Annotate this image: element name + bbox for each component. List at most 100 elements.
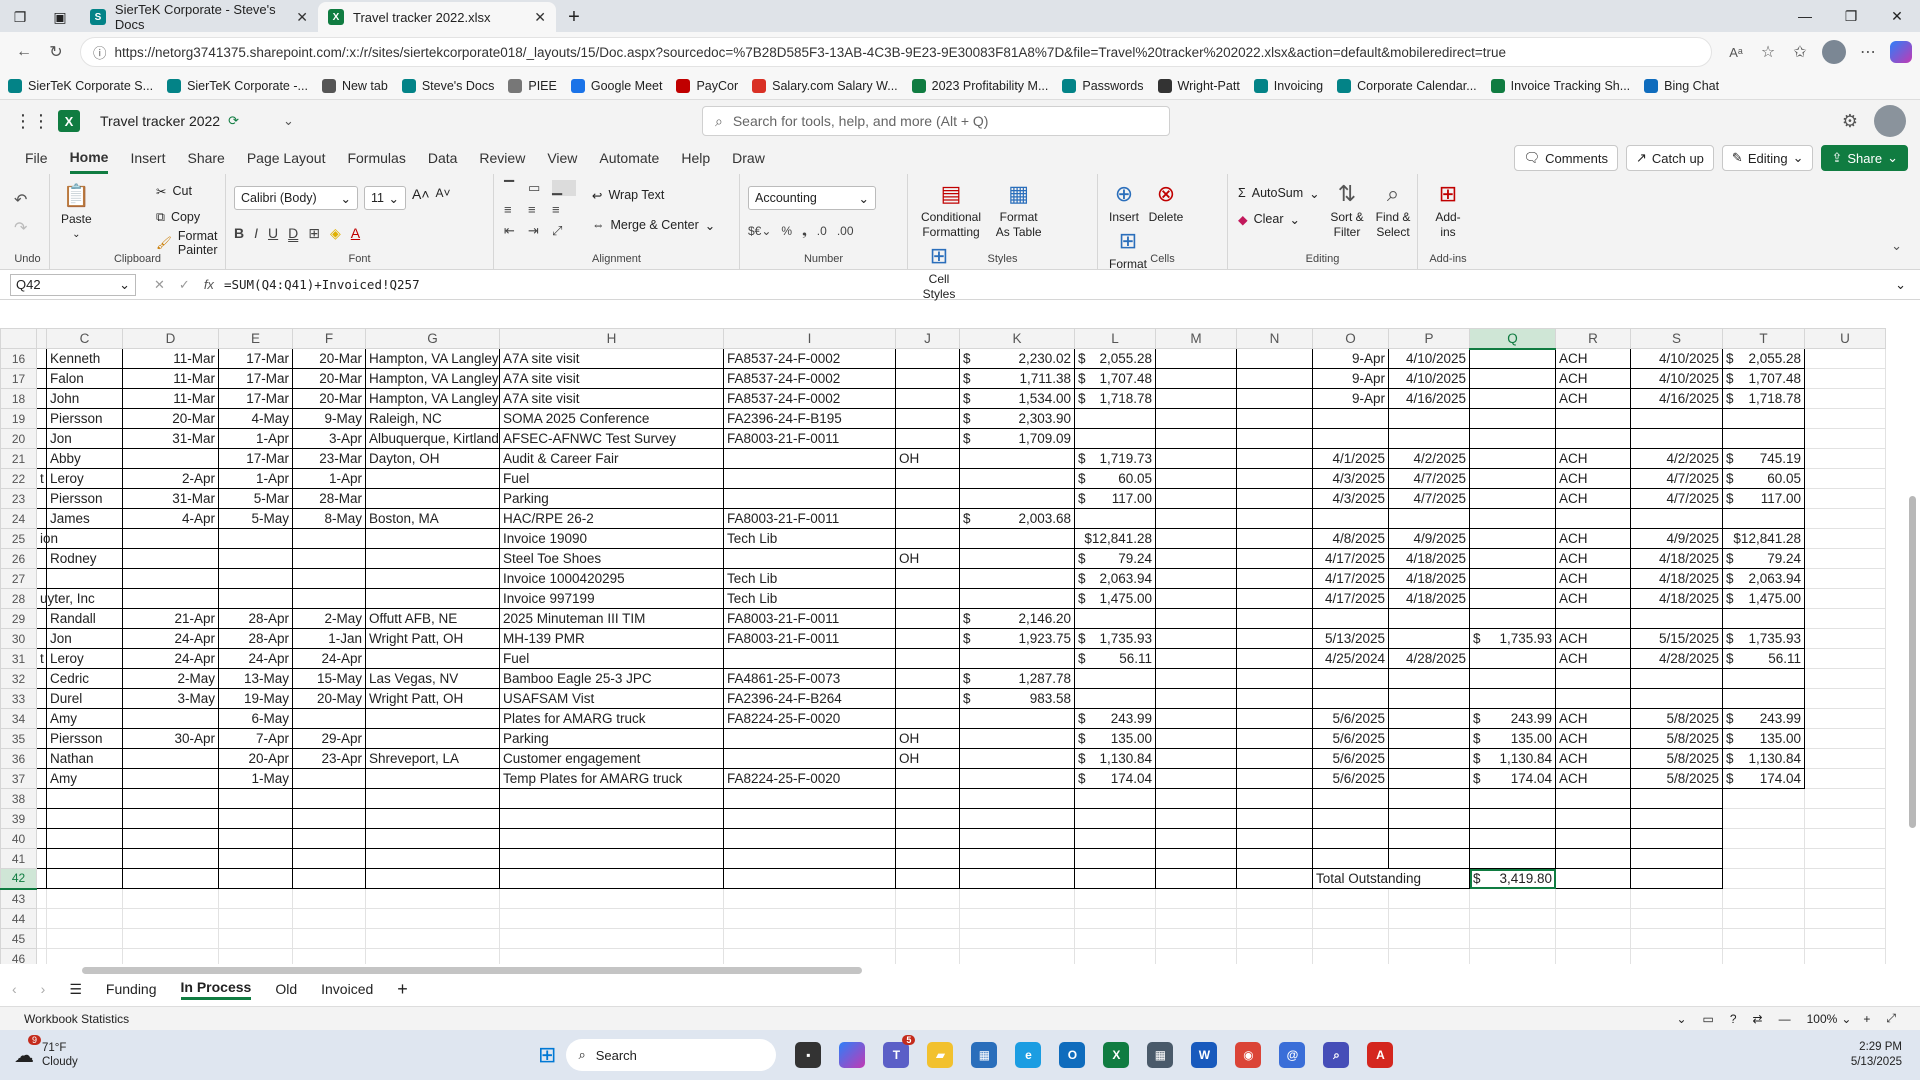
cell-S[interactable] (1630, 828, 1723, 849)
cell-O[interactable]: 4/17/2025 (1312, 568, 1389, 589)
cell-U[interactable] (1804, 728, 1886, 749)
cell-B[interactable] (36, 348, 47, 369)
cell-D[interactable]: 31-Mar (122, 428, 219, 449)
cell-O[interactable] (1312, 688, 1389, 709)
cell-M[interactable] (1155, 448, 1237, 469)
cell-L[interactable]: $1,718.78 (1074, 388, 1156, 409)
cell-T[interactable]: $1,475.00 (1722, 588, 1805, 609)
cell-R[interactable]: ACH (1555, 368, 1631, 389)
cell-G[interactable]: Hampton, VA Langley (365, 368, 500, 389)
row-header[interactable]: 45 (0, 928, 37, 949)
cell-K[interactable]: $1,534.00 (959, 388, 1075, 409)
cell-P[interactable] (1388, 848, 1470, 869)
cell-C[interactable]: Leroy (46, 648, 123, 669)
cell-C[interactable]: Nathan (46, 748, 123, 769)
sort-filter-button[interactable]: ⇅ Sort & Filter (1327, 178, 1367, 240)
cell-U[interactable] (1804, 548, 1886, 569)
column-header[interactable]: P (1388, 328, 1470, 349)
cell-C[interactable] (46, 828, 123, 849)
cell-M[interactable] (1155, 848, 1237, 869)
cell-P[interactable] (1388, 948, 1470, 964)
cell-T[interactable]: $79.24 (1722, 548, 1805, 569)
cell-T[interactable]: $135.00 (1722, 728, 1805, 749)
cell-I[interactable]: FA2396-24-F-B195 (723, 408, 896, 429)
cell-F[interactable] (292, 528, 366, 549)
file-explorer-icon[interactable]: ▰ (927, 1042, 954, 1068)
row-header[interactable]: 35 (0, 728, 37, 749)
cell-H[interactable]: 2025 Minuteman III TIM (499, 608, 724, 629)
cell-K[interactable] (959, 828, 1075, 849)
cell-styles-button[interactable]: ⊞ Cell Styles (919, 240, 959, 302)
font-family-select[interactable]: Calibri (Body) ⌄ (234, 186, 358, 210)
cell-D[interactable] (122, 768, 219, 789)
cell-P[interactable]: 4/10/2025 (1388, 368, 1470, 389)
cell-T[interactable] (1722, 828, 1805, 849)
cell-B[interactable] (36, 868, 47, 889)
add-ins-button[interactable]: ⊞ Add-ins (1429, 178, 1467, 240)
cell-K[interactable] (959, 448, 1075, 469)
cell-O[interactable]: 4/25/2024 (1312, 648, 1389, 669)
bookmark-item[interactable]: Corporate Calendar... (1337, 78, 1477, 93)
cell-E[interactable]: 5-Mar (218, 488, 293, 509)
cell-E[interactable] (218, 568, 293, 589)
cell-H[interactable] (499, 948, 724, 964)
cell-T[interactable]: $1,735.93 (1722, 628, 1805, 649)
favorites-icon[interactable]: ✩ (1784, 42, 1816, 62)
bookmark-item[interactable]: Invoice Tracking Sh... (1490, 78, 1630, 93)
cell-H[interactable]: Bamboo Eagle 25-3 JPC (499, 668, 724, 689)
cell-F[interactable] (292, 948, 366, 964)
column-header[interactable]: S (1630, 328, 1723, 349)
cell-E[interactable] (218, 888, 293, 909)
cell-T[interactable] (1722, 908, 1805, 929)
borders-icon[interactable]: ⊞ (308, 225, 320, 242)
cell-H[interactable]: Invoice 997199 (499, 588, 724, 609)
wrap-text-button[interactable]: ↩ Wrap Text (592, 182, 715, 208)
cell-Q[interactable] (1469, 448, 1556, 469)
cell-R[interactable]: ACH (1555, 348, 1631, 369)
cell-D[interactable] (122, 828, 219, 849)
new-tab-button[interactable]: + (556, 2, 592, 32)
comments-button[interactable]: 🗨 Comments (1513, 145, 1618, 171)
cell-O[interactable]: 4/1/2025 (1312, 448, 1389, 469)
cell-M[interactable] (1155, 868, 1237, 889)
row-header[interactable]: 27 (0, 568, 37, 589)
cell-M[interactable] (1155, 908, 1237, 929)
cell-D[interactable]: 31-Mar (122, 488, 219, 509)
cell-I[interactable] (723, 548, 896, 569)
cell-Q[interactable] (1469, 548, 1556, 569)
cell-U[interactable] (1804, 508, 1886, 529)
app-icon[interactable]: @ (1279, 1042, 1306, 1068)
cell-H[interactable]: MH-139 PMR (499, 628, 724, 649)
cell-E[interactable] (218, 868, 293, 889)
cell-M[interactable] (1155, 828, 1237, 849)
cell-G[interactable]: Wright Patt, OH (365, 688, 500, 709)
cell-B[interactable]: ion (36, 528, 58, 549)
cell-U[interactable] (1804, 928, 1886, 949)
bold-icon[interactable]: B (234, 225, 244, 241)
cell-U[interactable] (1804, 828, 1886, 849)
cell-L[interactable] (1074, 868, 1156, 889)
all-sheets-icon[interactable]: ☰ (69, 981, 82, 998)
cell-D[interactable]: 2-May (122, 668, 219, 689)
chevron-down-icon[interactable]: ⌄ (1841, 1012, 1851, 1026)
cell-Q[interactable] (1469, 488, 1556, 509)
row-header[interactable]: 25 (0, 528, 37, 549)
row-header[interactable]: 28 (0, 588, 37, 609)
cell-E[interactable] (218, 848, 293, 869)
cell-M[interactable] (1155, 548, 1237, 569)
cell-T[interactable] (1722, 408, 1805, 429)
cell-B[interactable] (36, 428, 47, 449)
cell-O[interactable]: 9-Apr (1312, 368, 1389, 389)
align-top-icon[interactable]: ▔ (504, 180, 528, 196)
cell-E[interactable] (218, 788, 293, 809)
insert-cells-button[interactable]: ⊕ Insert (1109, 178, 1139, 225)
cell-L[interactable]: $1,707.48 (1074, 368, 1156, 389)
cell-C[interactable] (46, 908, 123, 929)
cell-T[interactable] (1722, 688, 1805, 709)
cell-O[interactable] (1312, 928, 1389, 949)
cell-I[interactable] (723, 488, 896, 509)
cell-R[interactable] (1555, 848, 1631, 869)
zoom-in-icon[interactable]: + (1863, 1012, 1870, 1026)
cell-Q[interactable] (1469, 788, 1556, 809)
cell-M[interactable] (1155, 388, 1237, 409)
